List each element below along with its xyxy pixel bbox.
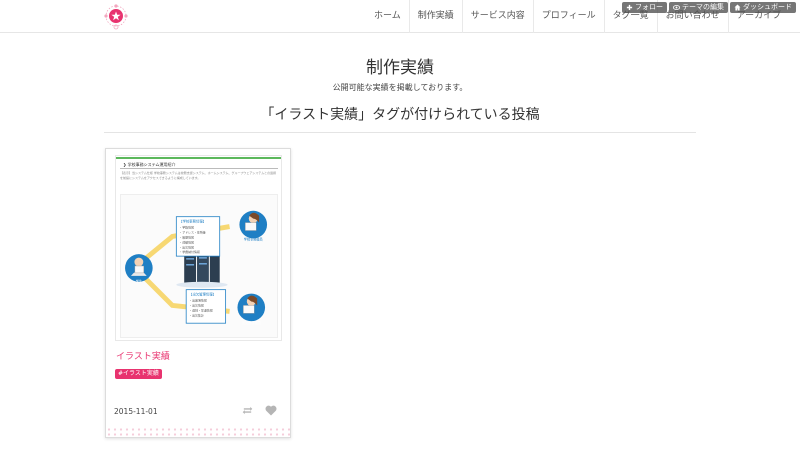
thumbnail-text: 【表示】当システム仕様 学校事務システムは校務支援システム、ホームシステム、グル… xyxy=(120,171,277,180)
fig-label-staff1: 学校事務職員 xyxy=(244,236,264,241)
site-logo[interactable] xyxy=(102,4,130,30)
fig-box1-item: ・履歴情報 xyxy=(179,234,194,239)
fig-box2-item: ・出欠集計 xyxy=(189,312,204,317)
fig-label-student: 学生 xyxy=(136,279,142,284)
fig-box1-item: ・学費納付情報 xyxy=(179,249,200,254)
nav-item-works[interactable]: 制作実績 xyxy=(408,0,462,33)
fig-box2-item: ・出欠情報 xyxy=(189,302,204,307)
home-icon xyxy=(734,4,741,11)
fig-box2-item: ・出席簿情報 xyxy=(189,298,207,303)
system-diagram-illustration: 【学校事務情報】 ・学籍情報 ・アドレス・住所等 ・履歴情報 ・成績情報 ・出欠… xyxy=(120,194,278,338)
plus-icon xyxy=(626,4,633,11)
page-title: 制作実績 xyxy=(366,58,434,78)
card-footer-pattern xyxy=(106,427,290,437)
fig-box1-item: ・アドレス・住所等 xyxy=(179,229,206,234)
dashboard-button[interactable]: ダッシュボード xyxy=(730,2,796,13)
tag-heading: 「イラスト実績」タグが付けられている投稿 xyxy=(260,107,540,123)
fig-label-staff2: 出欠管理職員 xyxy=(242,320,262,325)
fig-box2-title: 【出欠管理情報】 xyxy=(189,292,216,297)
nav-item-profile[interactable]: プロフィール xyxy=(532,0,604,33)
post-thumbnail[interactable]: ❯ 学校事務システム運用紹介 【表示】当システム仕様 学校事務システムは校務支援… xyxy=(115,155,282,341)
heart-icon[interactable] xyxy=(265,405,277,416)
divider xyxy=(104,132,696,133)
fig-box1-item: ・学籍情報 xyxy=(179,225,194,230)
edit-theme-button[interactable]: テーマの編集 xyxy=(669,2,728,13)
edit-theme-label: テーマの編集 xyxy=(682,3,724,11)
follow-button[interactable]: フォロー xyxy=(622,2,667,13)
eye-icon xyxy=(673,5,680,10)
blog-controls: フォロー テーマの編集 ダッシュボード xyxy=(622,2,796,13)
nav-item-services[interactable]: サービス内容 xyxy=(461,0,533,33)
fig-box2-item: ・遅刻・早退情報 xyxy=(189,307,213,312)
follow-label: フォロー xyxy=(635,3,663,11)
nav-item-home[interactable]: ホーム xyxy=(366,0,409,33)
thumbnail-topline xyxy=(116,157,281,159)
reblog-icon[interactable] xyxy=(242,405,253,416)
fig-box1-item: ・出欠情報 xyxy=(179,244,194,249)
post-tag[interactable]: #イラスト実績 xyxy=(115,369,162,379)
thumbnail-rule xyxy=(120,168,278,169)
dashboard-label: ダッシュボード xyxy=(743,3,792,11)
thumbnail-heading-text: 学校事務システム運用紹介 xyxy=(127,162,176,167)
post-title-link[interactable]: イラスト実績 xyxy=(116,349,170,362)
post-card: ❯ 学校事務システム運用紹介 【表示】当システム仕様 学校事務システムは校務支援… xyxy=(105,148,291,438)
fig-box1-title: 【学校事務情報】 xyxy=(179,219,206,224)
fig-box1-item: ・成績情報 xyxy=(179,239,194,244)
page-subtitle: 公開可能な実績を掲載しております。 xyxy=(332,83,468,92)
post-date[interactable]: 2015-11-01 xyxy=(114,407,158,416)
